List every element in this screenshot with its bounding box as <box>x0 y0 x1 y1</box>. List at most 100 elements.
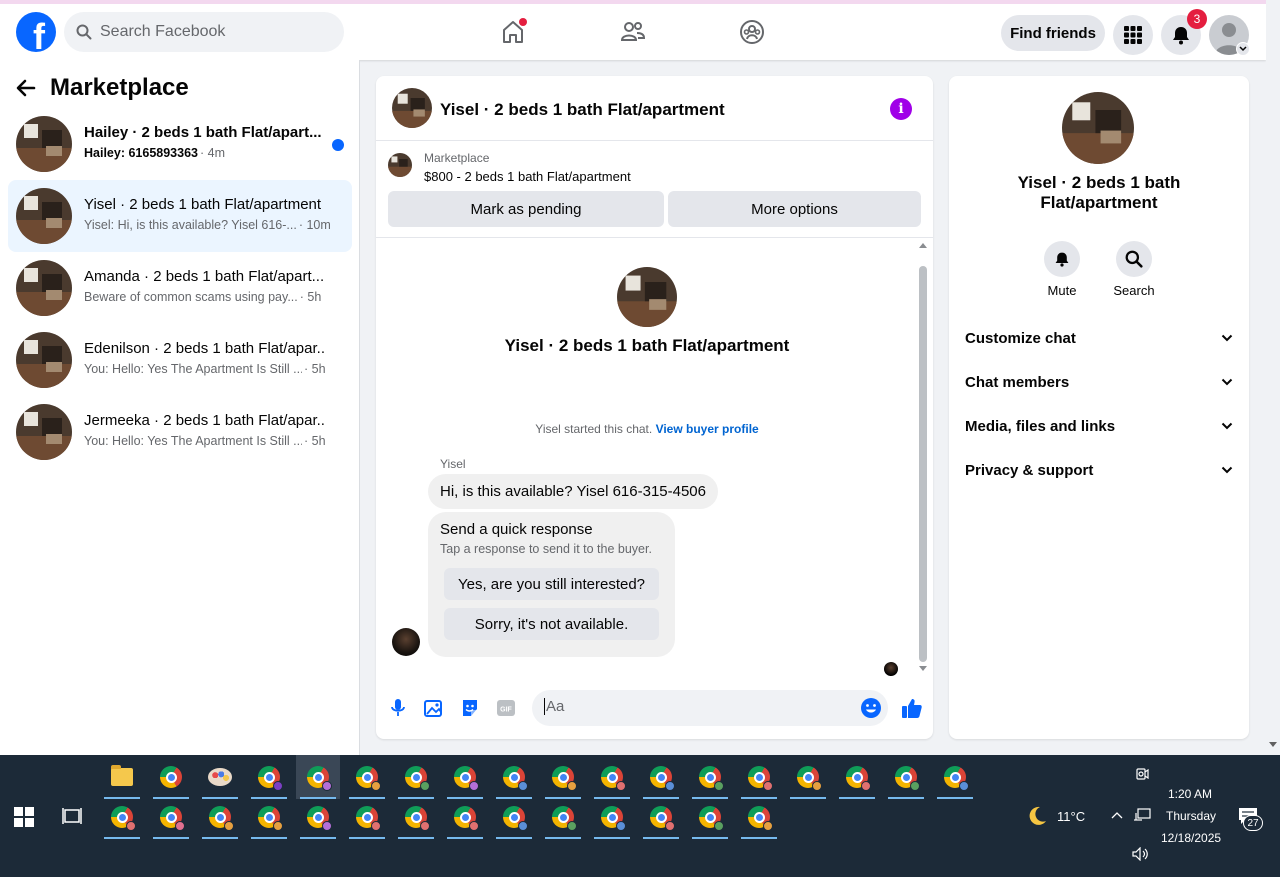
chrome-profile-taskbar-button[interactable] <box>933 755 977 799</box>
view-buyer-profile-link[interactable]: View buyer profile <box>656 422 759 436</box>
chat-members-section[interactable]: Chat members <box>965 364 1233 400</box>
conversation-preview: Yisel: Hi, is this available? Yisel 616-… <box>84 218 331 232</box>
conversation-item-amanda[interactable]: Amanda · 2 beds 1 bath Flat/apart... Bew… <box>8 252 352 324</box>
customize-chat-section[interactable]: Customize chat <box>965 320 1233 356</box>
mute-action[interactable]: Mute <box>1032 241 1092 298</box>
chrome-profile-taskbar-button[interactable] <box>296 755 340 799</box>
chrome-icon <box>601 806 626 831</box>
chrome-profile-taskbar-button[interactable] <box>247 755 291 799</box>
chrome-profile-taskbar-button[interactable] <box>737 795 781 839</box>
chrome-profile-taskbar-button[interactable] <box>492 795 536 839</box>
back-arrow-icon[interactable] <box>16 78 36 98</box>
clock-time[interactable]: 1:20 AM <box>1168 787 1212 801</box>
info-icon[interactable]: i <box>890 98 912 120</box>
friends-nav-button[interactable] <box>617 16 649 48</box>
listing-title[interactable]: $800 - 2 beds 1 bath Flat/apartment <box>424 169 631 184</box>
chrome-profile-taskbar-button[interactable] <box>443 795 487 839</box>
conversation-item-edenilson[interactable]: Edenilson · 2 beds 1 bath Flat/apar... Y… <box>8 324 352 396</box>
conversation-item-jermeeka[interactable]: Jermeeka · 2 beds 1 bath Flat/apar... Yo… <box>8 396 352 468</box>
conversation-item-yisel[interactable]: Yisel · 2 beds 1 bath Flat/apartment Yis… <box>8 180 352 252</box>
quick-reply-still-interested-button[interactable]: Yes, are you still interested? <box>444 568 659 600</box>
chrome-profile-taskbar-button[interactable] <box>541 755 585 799</box>
page-scroll-down-arrow[interactable] <box>1269 742 1277 747</box>
scroll-up-arrow[interactable] <box>919 243 927 248</box>
chrome-profile-taskbar-button[interactable] <box>737 755 781 799</box>
message-bubble[interactable]: Hi, is this available? Yisel 616-315-450… <box>428 474 718 509</box>
chrome-profile-taskbar-button[interactable] <box>394 755 438 799</box>
home-nav-button[interactable] <box>497 16 529 48</box>
chrome-profile-taskbar-button[interactable] <box>443 755 487 799</box>
chrome-profile-taskbar-button[interactable] <box>492 755 536 799</box>
find-friends-button[interactable]: Find friends <box>1001 15 1105 51</box>
chat-title[interactable]: Yisel · 2 beds 1 bath Flat/apartment <box>440 100 725 120</box>
chrome-profile-taskbar-button[interactable] <box>590 795 634 839</box>
task-view-icon[interactable] <box>62 807 82 825</box>
chrome-profile-taskbar-button[interactable] <box>345 755 389 799</box>
listing-photo-avatar <box>16 332 72 388</box>
chrome-profile-taskbar-button[interactable] <box>296 795 340 839</box>
conversation-item-hailey[interactable]: Hailey · 2 beds 1 bath Flat/apart... Hai… <box>8 108 352 180</box>
chrome-profile-taskbar-button[interactable] <box>786 755 830 799</box>
speaker-icon[interactable] <box>1132 847 1150 861</box>
emoji-icon[interactable] <box>860 697 882 719</box>
chrome-taskbar-button[interactable] <box>149 755 193 799</box>
action-center-button[interactable]: 27 <box>1238 807 1266 831</box>
chrome-profile-taskbar-button[interactable] <box>884 755 928 799</box>
file-explorer-taskbar-button[interactable] <box>100 755 144 799</box>
chevron-up-icon[interactable] <box>1111 811 1123 819</box>
sticker-icon <box>463 700 477 716</box>
account-menu-chevron[interactable] <box>1236 42 1250 56</box>
thread-scrollbar[interactable] <box>919 266 927 662</box>
chrome-profile-taskbar-button[interactable] <box>688 755 732 799</box>
chrome-profile-taskbar-button[interactable] <box>639 795 683 839</box>
page-scrollbar[interactable] <box>1266 0 1280 755</box>
network-icon[interactable] <box>1133 808 1151 822</box>
groups-nav-button[interactable] <box>736 16 768 48</box>
chrome-profile-taskbar-button[interactable] <box>247 795 291 839</box>
search-conversation-button[interactable] <box>1116 241 1152 277</box>
chrome-profile-taskbar-button[interactable] <box>541 795 585 839</box>
more-options-button[interactable]: More options <box>668 191 921 227</box>
chrome-profile-taskbar-button[interactable] <box>688 795 732 839</box>
chrome-profile-taskbar-button[interactable] <box>100 795 144 839</box>
gif-button[interactable]: GIF <box>496 698 516 718</box>
chrome-profile-taskbar-button[interactable] <box>394 795 438 839</box>
clock-day[interactable]: Thursday <box>1166 809 1216 823</box>
search-input[interactable] <box>100 23 320 41</box>
chat-avatar[interactable] <box>392 88 432 128</box>
voice-clip-button[interactable] <box>388 698 408 718</box>
chrome-profile-taskbar-button[interactable] <box>639 755 683 799</box>
weather-temperature[interactable]: 11°C <box>1057 809 1085 824</box>
last-message: Hailey: 6165893363 <box>84 146 198 160</box>
paint-taskbar-button[interactable] <box>198 755 242 799</box>
media-files-links-section[interactable]: Media, files and links <box>965 408 1233 444</box>
moon-weather-icon[interactable] <box>1026 805 1048 827</box>
chrome-profile-taskbar-button[interactable] <box>198 795 242 839</box>
privacy-support-section[interactable]: Privacy & support <box>965 452 1233 488</box>
top-navigation-bar: f Find friends 3 <box>0 0 1266 60</box>
chrome-icon <box>748 766 773 791</box>
clock-date[interactable]: 12/18/2025 <box>1161 831 1221 845</box>
attach-photo-button[interactable] <box>424 698 444 718</box>
chrome-profile-taskbar-button[interactable] <box>590 755 634 799</box>
chrome-icon <box>552 806 577 831</box>
search-action[interactable]: Search <box>1104 241 1164 298</box>
notifications-button[interactable]: 3 <box>1161 9 1207 55</box>
quick-reply-not-available-button[interactable]: Sorry, it's not available. <box>444 608 659 640</box>
chevron-down-icon <box>1221 466 1233 474</box>
chrome-profile-taskbar-button[interactable] <box>835 755 879 799</box>
mark-as-pending-button[interactable]: Mark as pending <box>388 191 664 227</box>
send-like-button[interactable] <box>900 696 924 720</box>
facebook-logo-icon[interactable]: f <box>16 12 56 52</box>
message-input[interactable] <box>544 698 844 715</box>
chrome-profile-taskbar-button[interactable] <box>149 795 193 839</box>
mute-button[interactable] <box>1044 241 1080 277</box>
chrome-profile-taskbar-button[interactable] <box>345 795 389 839</box>
listing-thumbnail[interactable] <box>388 153 412 177</box>
search-box[interactable] <box>64 12 344 52</box>
windows-start-button[interactable] <box>14 807 34 827</box>
menu-button[interactable] <box>1113 15 1153 55</box>
sticker-button[interactable] <box>460 698 480 718</box>
meet-now-icon[interactable] <box>1135 767 1149 781</box>
scroll-down-arrow[interactable] <box>919 666 927 671</box>
